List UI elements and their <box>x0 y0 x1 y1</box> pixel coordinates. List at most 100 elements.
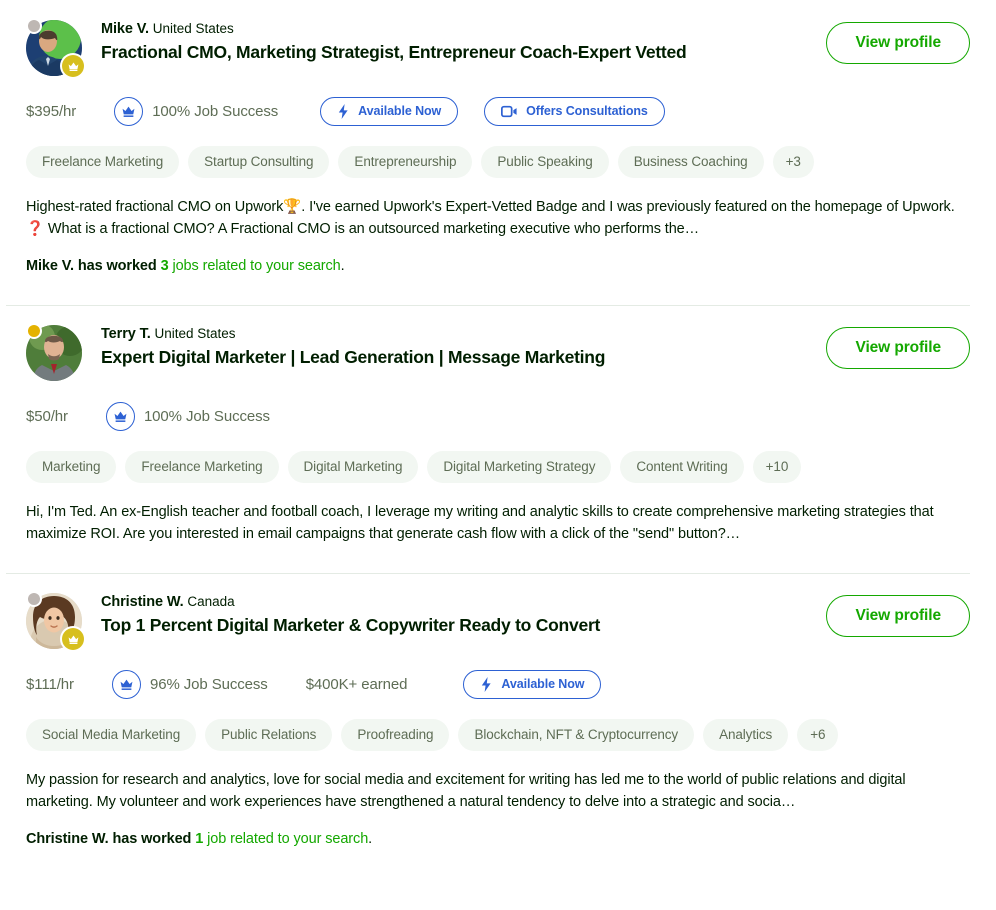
freelancer-header: Mike V. United States Fractional CMO, Mar… <box>26 18 970 77</box>
skill-tag[interactable]: Proofreading <box>341 719 450 751</box>
job-success-label: 100% Job Success <box>152 102 279 120</box>
skill-tag[interactable]: Analytics <box>703 719 789 751</box>
availability-status-dot <box>28 593 40 605</box>
hourly-rate: $50/hr <box>26 407 68 425</box>
available-now-badge[interactable]: Available Now <box>320 96 459 126</box>
related-jobs-period: . <box>340 258 345 274</box>
freelancer-name[interactable]: Mike V. <box>101 21 149 37</box>
total-earned: $400K+ earned <box>305 675 408 693</box>
job-success-score: 96% Job Success <box>111 669 268 699</box>
related-jobs-link[interactable]: jobs related to your search <box>169 258 340 274</box>
freelancer-stats-row: $111/hr 96% Job Success $400K+ earned Avail… <box>26 669 970 699</box>
freelancer-title[interactable]: Top 1 Percent Digital Marketer & Copywri… <box>101 613 810 637</box>
freelancer-description: Highest-rated fractional CMO on Upwork🏆.… <box>26 196 970 240</box>
hourly-rate: $395/hr <box>26 102 77 120</box>
related-jobs-prefix: Christine W. has worked <box>26 831 196 847</box>
bolt-icon <box>338 103 348 119</box>
freelancer-description: My passion for research and analytics, l… <box>26 769 970 813</box>
offers-consultations-badge[interactable]: Offers Consultations <box>484 96 665 126</box>
related-jobs-count: 3 <box>160 258 169 274</box>
skill-tags-row: Freelance Marketing Startup Consulting Ent… <box>26 146 970 178</box>
related-jobs-count: 1 <box>195 831 204 847</box>
skill-tag[interactable]: Digital Marketing <box>287 451 419 483</box>
freelancer-title[interactable]: Expert Digital Marketer | Lead Generatio… <box>101 345 810 369</box>
job-success-score: 100% Job Success <box>114 96 279 126</box>
view-profile-button[interactable]: View profile <box>826 327 970 369</box>
related-jobs-line: Mike V. has worked 3 jobs related to you… <box>26 256 970 277</box>
freelancer-results-list: Mike V. United States Fractional CMO, Mar… <box>0 0 996 878</box>
bolt-icon <box>337 103 350 119</box>
skill-tag[interactable]: Content Writing <box>620 451 744 483</box>
more-skills-tag[interactable]: +6 <box>797 719 839 751</box>
related-jobs-link[interactable]: job related to your search <box>203 831 368 847</box>
availability-status-dot <box>28 20 40 32</box>
top-rated-plus-badge-icon <box>62 55 84 77</box>
crown-icon <box>114 411 127 422</box>
job-success-crown-icon <box>114 96 144 126</box>
skill-tag[interactable]: Business Coaching <box>617 146 764 178</box>
avatar[interactable] <box>26 20 84 77</box>
skill-tag[interactable]: Social Media Marketing <box>26 719 197 751</box>
description-text-continued: . I've earned Upwork's Expert-Vetted Bad… <box>301 199 955 215</box>
freelancer-country: Canada <box>183 594 235 609</box>
freelancer-name-line: Christine W. Canada <box>101 592 810 612</box>
job-success-score: 100% Job Success <box>105 401 270 431</box>
freelancer-name-line: Terry T. United States <box>101 324 810 344</box>
job-success-crown-icon <box>105 401 135 431</box>
skill-tag[interactable]: Marketing <box>26 451 117 483</box>
video-camera-icon <box>501 105 517 117</box>
related-jobs-line: Christine W. has worked 1 job related to… <box>26 829 970 850</box>
availability-status-dot <box>28 325 40 337</box>
freelancer-name[interactable]: Terry T. <box>101 326 151 342</box>
crown-icon <box>68 634 78 644</box>
trophy-emoji: 🏆 <box>283 199 302 215</box>
freelancer-title[interactable]: Fractional CMO, Marketing Strategist, En… <box>101 40 810 64</box>
avatar[interactable] <box>26 593 84 650</box>
job-success-label: 96% Job Success <box>149 675 268 693</box>
description-text: Highest-rated fractional CMO on Upwork <box>26 199 284 215</box>
description-text: My passion for research and analytics, l… <box>26 772 906 810</box>
card-spacer <box>26 277 970 305</box>
freelancer-identity: Mike V. United States Fractional CMO, Mar… <box>82 18 810 64</box>
more-skills-tag[interactable]: +10 <box>752 451 802 483</box>
skill-tag[interactable]: Blockchain, NFT & Cryptocurrency <box>458 719 695 751</box>
freelancer-stats-row: $50/hr 100% Job Success <box>26 401 970 431</box>
freelancer-name-line: Mike V. United States <box>101 19 810 39</box>
description-text-end: What is a fractional CMO? A Fractional C… <box>43 221 700 237</box>
freelancer-card: Christine W. Canada Top 1 Percent Digital… <box>0 573 996 878</box>
avatar[interactable] <box>26 325 82 381</box>
freelancer-card: Mike V. United States Fractional CMO, Mar… <box>0 0 996 305</box>
related-jobs-period: . <box>368 831 373 847</box>
bolt-icon <box>482 676 492 692</box>
freelancer-header: Christine W. Canada Top 1 Percent Digital… <box>26 591 970 650</box>
freelancer-country: United States <box>148 21 234 36</box>
skill-tag[interactable]: Public Speaking <box>481 146 609 178</box>
view-profile-button[interactable]: View profile <box>826 22 970 64</box>
skill-tag[interactable]: Digital Marketing Strategy <box>427 451 612 483</box>
skill-tag[interactable]: Freelance Marketing <box>125 451 279 483</box>
crown-icon <box>120 679 133 690</box>
crown-icon <box>68 61 78 71</box>
freelancer-name[interactable]: Christine W. <box>101 594 184 610</box>
more-skills-tag[interactable]: +3 <box>772 146 814 178</box>
badge-label: Offers Consultations <box>526 103 648 118</box>
crown-icon <box>122 106 135 117</box>
skill-tag[interactable]: Freelance Marketing <box>26 146 180 178</box>
badge-label: Available Now <box>501 676 585 691</box>
skill-tag[interactable]: Entrepreneurship <box>338 146 473 178</box>
card-spacer <box>26 850 970 878</box>
freelancer-description: Hi, I'm Ted. An ex-English teacher and f… <box>26 501 970 545</box>
related-jobs-prefix: Mike V. has worked <box>26 258 161 274</box>
freelancer-country: United States <box>150 326 236 341</box>
freelancer-card: Terry T. United States Expert Digital Mar… <box>0 305 996 573</box>
available-now-badge[interactable]: Available Now <box>463 669 602 699</box>
description-text: Hi, I'm Ted. An ex-English teacher and f… <box>26 504 934 542</box>
skill-tag[interactable]: Startup Consulting <box>188 146 330 178</box>
top-rated-plus-badge-icon <box>62 628 84 650</box>
badge-label: Available Now <box>358 103 442 118</box>
freelancer-identity: Christine W. Canada Top 1 Percent Digital… <box>82 591 810 637</box>
skill-tag[interactable]: Public Relations <box>205 719 333 751</box>
video-camera-icon <box>501 105 518 118</box>
bolt-icon <box>480 676 493 692</box>
view-profile-button[interactable]: View profile <box>826 595 970 637</box>
